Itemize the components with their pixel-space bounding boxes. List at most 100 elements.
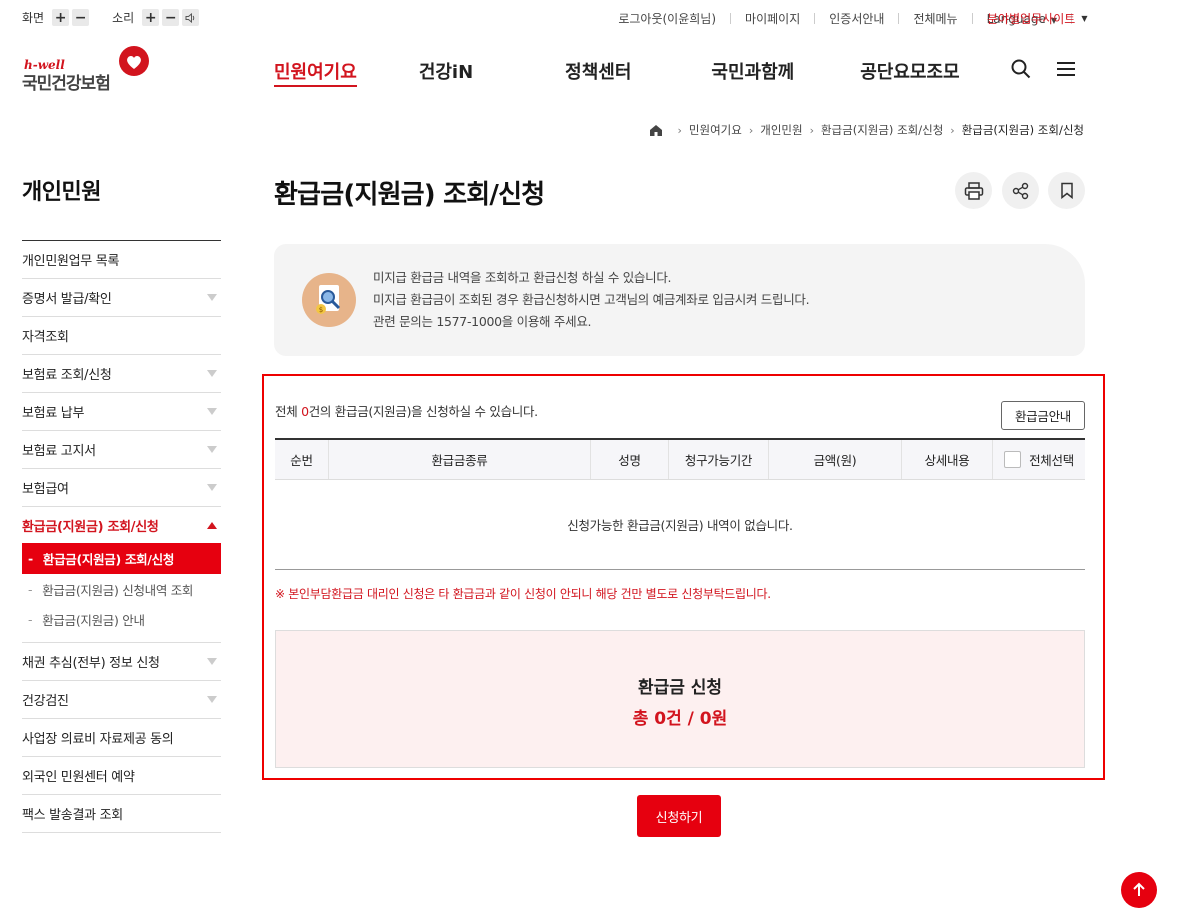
triangle-up-icon bbox=[207, 521, 217, 529]
summary-box: 환급금 신청 총 0건 / 0원 bbox=[275, 630, 1085, 768]
font-sound-controls: 화면 + − 소리 + − bbox=[22, 9, 202, 26]
sidebar-item-label: 보험료 조회/신청 bbox=[22, 368, 112, 383]
arrow-up-icon bbox=[1133, 882, 1145, 896]
chevron-right-icon: › bbox=[809, 123, 814, 137]
search-icon[interactable] bbox=[1010, 58, 1032, 80]
caret-down-icon: ▼ bbox=[1081, 14, 1088, 23]
proxy-notice: ※ 본인부담환급금 대리인 신청은 타 환급금과 같이 신청이 안되니 해당 건… bbox=[275, 587, 771, 601]
summary-title: 환급금 신청 bbox=[637, 678, 723, 698]
col-header-detail: 상세내용 bbox=[902, 440, 993, 479]
screen-zoom-out-button[interactable]: − bbox=[72, 9, 90, 26]
apply-button[interactable]: 신청하기 bbox=[637, 795, 721, 837]
sound-label: 소리 bbox=[112, 11, 135, 25]
sidebar-subitem-refund-guide[interactable]: - 환급금(지원금) 안내 bbox=[22, 604, 221, 634]
sidebar-item[interactable]: 팩스 발송결과 조회 bbox=[22, 795, 221, 833]
sidebar-item-label: 채권 추심(전부) 정보 신청 bbox=[22, 656, 160, 671]
field-sites-select[interactable]: 분야별업무사이트 ▼ bbox=[987, 10, 1087, 27]
sidebar-item[interactable]: 보험급여 bbox=[22, 469, 221, 507]
mypage-link[interactable]: 마이페이지 bbox=[745, 10, 800, 27]
print-icon bbox=[964, 181, 983, 200]
all-menu-link[interactable]: 전체메뉴 bbox=[913, 10, 957, 27]
nhis-logo[interactable]: h-well 국민건강보험 bbox=[22, 46, 152, 94]
select-all-header: 전체선택 bbox=[993, 440, 1085, 479]
sidebar-item[interactable]: 보험료 납부 bbox=[22, 393, 221, 431]
sidebar-subitem-label: 환급금(지원금) 조회/신청 bbox=[42, 552, 175, 567]
utility-bar: 화면 + − 소리 + − 로그아웃(이윤희님) 마이페이지 인증서안내 전체메… bbox=[0, 0, 1184, 36]
menu-icon[interactable] bbox=[1056, 60, 1076, 78]
info-line: 관련 문의는 1577-1000을 이용해 주세요. bbox=[373, 314, 592, 329]
available-count: 0 bbox=[301, 404, 309, 419]
chevron-right-icon: › bbox=[950, 123, 955, 137]
sidebar-item[interactable]: 자격조회 bbox=[22, 317, 221, 355]
gnb-item-with-people[interactable]: 국민과함께 bbox=[711, 58, 794, 87]
gnb-item-minwon[interactable]: 민원여기요 bbox=[274, 58, 357, 87]
triangle-down-icon bbox=[207, 484, 217, 491]
screen-zoom-in-button[interactable]: + bbox=[52, 9, 70, 26]
field-sites-label: 분야별업무사이트 bbox=[987, 12, 1076, 26]
sidebar-item[interactable]: 사업장 의료비 자료제공 동의 bbox=[22, 719, 221, 757]
sidebar-nav: 개인민원업무 목록 증명서 발급/확인 자격조회 보험료 조회/신청 보험료 납… bbox=[22, 240, 221, 833]
breadcrumb-item[interactable]: 민원여기요 bbox=[689, 122, 742, 138]
sidebar-item[interactable]: 채권 추심(전부) 정보 신청 bbox=[22, 643, 221, 681]
svg-text:$: $ bbox=[319, 306, 323, 314]
sidebar-subitem-refund-inquiry[interactable]: - 환급금(지원금) 조회/신청 bbox=[22, 543, 221, 574]
screen-size-label: 화면 bbox=[22, 11, 45, 25]
col-header-type: 환급금종류 bbox=[329, 440, 591, 479]
bookmark-icon bbox=[1060, 182, 1073, 199]
table-header: 순번 환급금종류 성명 청구가능기간 금액(원) 상세내용 전체선택 bbox=[275, 438, 1085, 480]
share-icon bbox=[1012, 182, 1028, 199]
triangle-down-icon bbox=[207, 658, 217, 665]
info-line: 미지급 환급금이 조회된 경우 환급신청하시면 고객님의 예금계좌로 입금시켜 … bbox=[373, 292, 810, 307]
sidebar-item[interactable]: 개인민원업무 목록 bbox=[22, 241, 221, 279]
summary-total: 총 0건 / 0원 bbox=[632, 709, 728, 729]
speaker-icon[interactable] bbox=[182, 9, 200, 26]
global-nav: 민원여기요 건강iN 정책센터 국민과함께 공단요모조모 bbox=[274, 58, 1022, 87]
logo-name-text: 국민건강보험 bbox=[22, 74, 111, 94]
sidebar-item-label: 개인민원업무 목록 bbox=[22, 254, 120, 269]
sidebar-item[interactable]: 보험료 고지서 bbox=[22, 431, 221, 469]
sidebar-item-label: 증명서 발급/확인 bbox=[22, 292, 112, 307]
sidebar-item-label: 환급금(지원금) 조회/신청 bbox=[22, 519, 159, 535]
sidebar-title: 개인민원 bbox=[22, 180, 101, 205]
sidebar-subitem-label: 환급금(지원금) 안내 bbox=[42, 612, 145, 628]
col-header-name: 성명 bbox=[591, 440, 669, 479]
refund-search-icon: $ bbox=[302, 273, 356, 327]
breadcrumb-item[interactable]: 환급금(지원금) 조회/신청 bbox=[821, 122, 943, 138]
breadcrumb: › 민원여기요 › 개인민원 › 환급금(지원금) 조회/신청 › 환급금(지원… bbox=[649, 122, 1084, 138]
sound-down-button[interactable]: − bbox=[162, 9, 180, 26]
share-button[interactable] bbox=[1002, 172, 1039, 209]
gnb-item-policy-center[interactable]: 정책센터 bbox=[565, 58, 631, 87]
page-title: 환급금(지원금) 조회/신청 bbox=[274, 180, 545, 210]
print-button[interactable] bbox=[955, 172, 992, 209]
info-box: $ 미지급 환급금 내역을 조회하고 환급신청 하실 수 있습니다. 미지급 환… bbox=[274, 244, 1085, 356]
sidebar-item-label: 자격조회 bbox=[22, 330, 69, 345]
sidebar-item-refund-open[interactable]: 환급금(지원금) 조회/신청 bbox=[22, 507, 221, 543]
sidebar-item-label: 보험료 납부 bbox=[22, 406, 85, 421]
sidebar-item[interactable]: 외국인 민원센터 예약 bbox=[22, 757, 221, 795]
home-icon[interactable] bbox=[649, 124, 663, 137]
refund-guide-button[interactable]: 환급금안내 bbox=[1001, 401, 1085, 430]
breadcrumb-item[interactable]: 개인민원 bbox=[760, 122, 802, 138]
select-all-checkbox[interactable] bbox=[1004, 451, 1022, 468]
gnb-item-about[interactable]: 공단요모조모 bbox=[860, 58, 959, 87]
sidebar-item[interactable]: 건강검진 bbox=[22, 681, 221, 719]
table-empty-row: 신청가능한 환급금(지원금) 내역이 없습니다. bbox=[275, 480, 1085, 570]
scroll-top-button[interactable] bbox=[1121, 872, 1157, 908]
available-count-text: 전체 0건의 환급금(지원금)을 신청하실 수 있습니다. bbox=[275, 404, 538, 419]
triangle-down-icon bbox=[207, 370, 217, 377]
sidebar-submenu: - 환급금(지원금) 조회/신청 - 환급금(지원금) 신청내역 조회 - 환급금(지… bbox=[22, 543, 221, 643]
bookmark-button[interactable] bbox=[1048, 172, 1085, 209]
chevron-right-icon: › bbox=[748, 123, 754, 137]
sound-up-button[interactable]: + bbox=[142, 9, 160, 26]
gnb-item-health-in[interactable]: 건강iN bbox=[419, 58, 473, 87]
sidebar-item[interactable]: 보험료 조회/신청 bbox=[22, 355, 221, 393]
sidebar-subitem-refund-history[interactable]: - 환급금(지원금) 신청내역 조회 bbox=[22, 574, 221, 604]
logout-link[interactable]: 로그아웃(이윤희님) bbox=[618, 10, 716, 27]
certificate-guide-link[interactable]: 인증서안내 bbox=[829, 10, 884, 27]
sidebar-item[interactable]: 증명서 발급/확인 bbox=[22, 279, 221, 317]
select-all-label: 전체선택 bbox=[1029, 453, 1074, 468]
info-line: 미지급 환급금 내역을 조회하고 환급신청 하실 수 있습니다. bbox=[373, 270, 672, 285]
sidebar-item-label: 외국인 민원센터 예약 bbox=[22, 770, 135, 785]
chevron-right-icon: › bbox=[677, 123, 682, 137]
triangle-down-icon bbox=[207, 294, 217, 301]
